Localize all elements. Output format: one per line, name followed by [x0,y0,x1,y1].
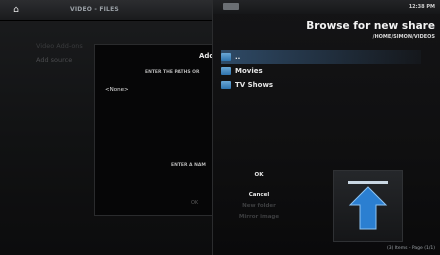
background-list-item: Video Add-ons [36,42,83,50]
folder-list: .. Movies TV Shows [221,50,421,92]
browse-window: 12:38 PM Browse for new share /HOME/SIMO… [212,0,440,255]
browse-path: /HOME/SIMON/VIDEOS [372,34,435,40]
list-item[interactable]: .. [221,50,421,64]
items-page-info: (3) Items - Page (1/1) [387,246,435,251]
list-item[interactable]: Movies [221,64,421,78]
browse-top-bar: 12:38 PM [213,0,440,14]
home-icon[interactable]: ⌂ [6,4,26,16]
folder-icon [221,81,231,89]
new-folder-button[interactable]: New folder [229,201,289,212]
enter-paths-label: ENTER THE PATHS OR [145,70,200,75]
dialog-buttons: OK Cancel New folder Mirror image [229,170,289,223]
background-list-item: Add source [36,56,73,64]
add-source-dialog: Add ENTER THE PATHS OR <None> ENTER A NA… [94,44,216,216]
ok-button[interactable]: OK [229,170,289,181]
enter-name-label: ENTER A NAM [171,163,206,168]
folder-icon [221,67,231,75]
browse-title: Browse for new share [306,20,435,32]
path-row[interactable]: <None> [105,87,129,93]
background-pane: ⌂ VIDEO - FILES Video Add-ons Add source… [0,0,216,255]
mirror-image-button[interactable]: Mirror image [229,212,289,223]
power-icon[interactable] [223,3,239,10]
cancel-button[interactable]: Cancel [229,190,289,201]
list-item[interactable]: TV Shows [221,78,421,92]
folder-up-icon [221,53,231,61]
dialog-ok-button[interactable]: OK [191,200,198,206]
up-arrow-icon [348,181,388,230]
list-item-label: .. [235,53,241,61]
list-item-label: Movies [235,67,263,75]
page-title: VIDEO - FILES [70,6,119,13]
clock: 12:38 PM [408,4,435,10]
top-bar: ⌂ VIDEO - FILES [0,0,212,21]
folder-thumbnail [333,170,403,242]
list-item-label: TV Shows [235,81,274,89]
